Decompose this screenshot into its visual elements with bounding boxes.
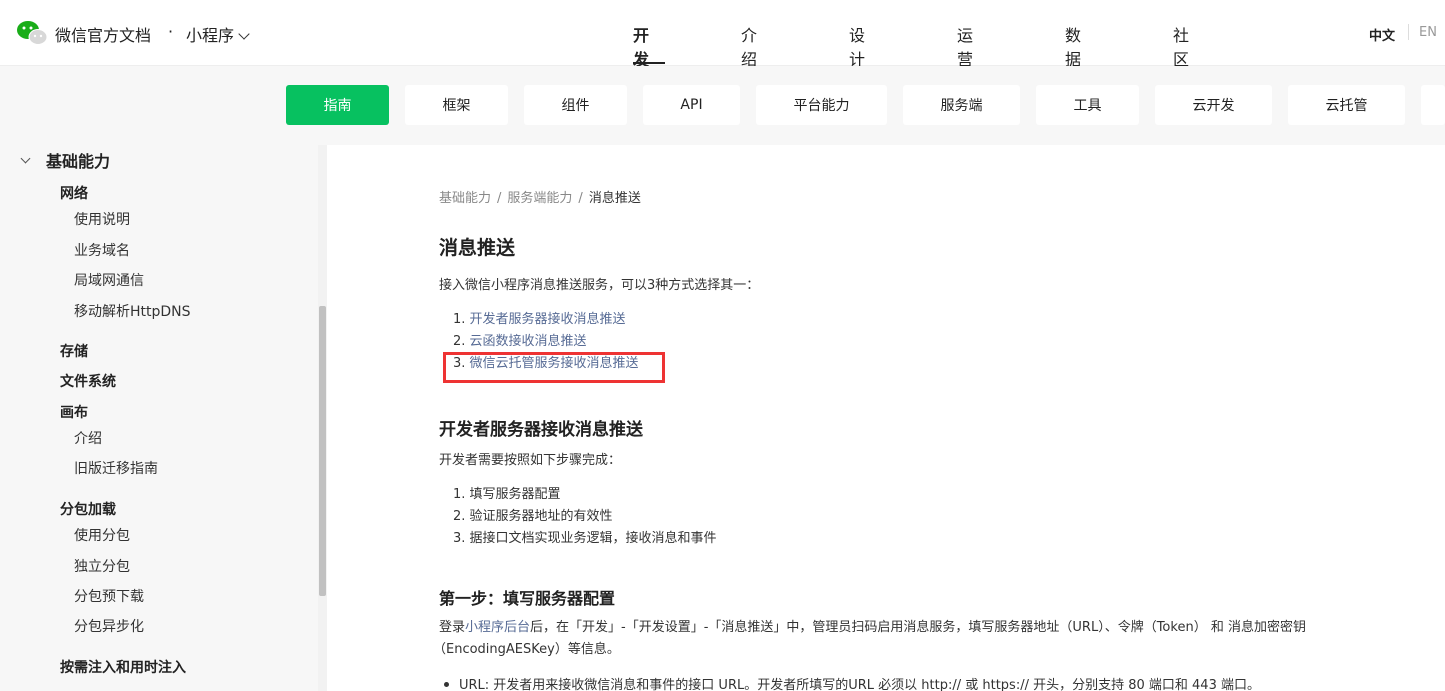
list-number: 1. [453, 487, 466, 502]
breadcrumb-current: 消息推送 [588, 191, 641, 206]
sidebar-item-async-subpackage[interactable]: 分包异步化 [74, 616, 144, 636]
list-item: 2. 云函数接收消息推送 [453, 331, 639, 353]
step1-text-b: 后，在「开发」-「开发设置」-「消息推送」中，管理员扫码启用消息服务，填写服务器… [530, 620, 1306, 635]
breadcrumb-separator: / [497, 191, 502, 206]
sidebar-item-independent-subpackage[interactable]: 独立分包 [74, 556, 130, 576]
subnav-more[interactable] [1421, 85, 1445, 125]
sidebar-item-canvas-migration[interactable]: 旧版迁移指南 [74, 458, 158, 478]
list-number: 2. [453, 334, 466, 349]
subnav-components[interactable]: 组件 [524, 85, 627, 125]
breadcrumb-basic[interactable]: 基础能力 [439, 191, 491, 206]
sidebar-item-canvas-intro[interactable]: 介绍 [74, 428, 102, 448]
product-label: 小程序 [186, 26, 235, 45]
step1-paragraph: 登录小程序后台后，在「开发」-「开发设置」-「消息推送」中，管理员扫码启用消息服… [439, 617, 1399, 639]
subnav-tools[interactable]: 工具 [1036, 85, 1139, 125]
option-link-server[interactable]: 开发者服务器接收消息推送 [470, 312, 626, 327]
sidebar-group-inject[interactable]: 按需注入和用时注入 [60, 657, 186, 677]
subnav-server[interactable]: 服务端 [903, 85, 1020, 125]
subnav-cloud-hosting[interactable]: 云托管 [1288, 85, 1405, 125]
list-number: 2. [453, 509, 466, 524]
list-item: 1. 开发者服务器接收消息推送 [453, 309, 639, 331]
step-text: 据接口文档实现业务逻辑，接收消息和事件 [469, 531, 717, 546]
product-dropdown[interactable]: 小程序 [186, 22, 250, 46]
step1-title: 第一步：填写服务器配置 [439, 589, 616, 608]
subnav-guide[interactable]: 指南 [286, 85, 389, 125]
nav-operation[interactable]: 运营 [957, 22, 973, 70]
sidebar: 基础能力 网络 使用说明 业务域名 局域网通信 移动解析HttpDNS 存储 文… [0, 145, 320, 691]
sidebar-item-preload-subpackage[interactable]: 分包预下载 [74, 586, 144, 606]
nav-data[interactable]: 数据 [1065, 22, 1081, 70]
nav-intro[interactable]: 介绍 [741, 22, 757, 70]
intro-text: 接入微信小程序消息推送服务，可以3种方式选择其一： [439, 278, 760, 293]
title-separator: · [168, 22, 174, 41]
chevron-down-icon[interactable] [20, 153, 31, 164]
breadcrumb-separator: / [578, 191, 583, 206]
sidebar-item-lan[interactable]: 局域网通信 [74, 270, 144, 290]
top-header: 微信官方文档 · 小程序 开发 介绍 设计 运营 数据 社区 中文 EN [0, 0, 1445, 69]
sidebar-group-filesystem[interactable]: 文件系统 [60, 371, 116, 391]
subnav-framework[interactable]: 框架 [405, 85, 508, 125]
list-number: 3. [453, 531, 466, 546]
chevron-down-icon [238, 28, 250, 40]
active-nav-underline [633, 62, 665, 64]
sidebar-section-title[interactable]: 基础能力 [46, 148, 110, 172]
main-content: 基础能力 / 服务端能力 / 消息推送 消息推送 接入微信小程序消息推送服务，可以3种方… [327, 145, 1445, 691]
bullet-dot [444, 682, 449, 687]
step-text: 填写服务器配置 [469, 487, 561, 502]
section-title-server: 开发者服务器接收消息推送 [439, 420, 643, 440]
step1-paragraph-cont: （EncodingAESKey）等信息。 [433, 642, 620, 657]
breadcrumb: 基础能力 / 服务端能力 / 消息推送 [439, 187, 641, 206]
sidebar-item-httpdns[interactable]: 移动解析HttpDNS [74, 301, 191, 321]
steps-list: 1. 填写服务器配置 2. 验证服务器地址的有效性 3. 据接口文档实现业务逻辑… [453, 484, 717, 550]
sidebar-item-usage[interactable]: 使用说明 [74, 209, 130, 229]
subnav-cloud-dev[interactable]: 云开发 [1155, 85, 1272, 125]
option-link-cloud-function[interactable]: 云函数接收消息推送 [470, 334, 587, 349]
lang-en-link[interactable]: EN [1419, 25, 1437, 40]
lang-zh-link[interactable]: 中文 [1369, 25, 1395, 44]
sidebar-group-canvas[interactable]: 画布 [60, 402, 88, 422]
list-number: 1. [453, 312, 466, 327]
list-item: URL: 开发者用来接收微信消息和事件的接口 URL。开发者所填写的URL 必须… [440, 674, 1260, 691]
admin-console-link[interactable]: 小程序后台 [465, 620, 530, 635]
nav-design[interactable]: 设计 [849, 22, 865, 70]
nav-community[interactable]: 社区 [1173, 22, 1189, 70]
step1-text-a: 登录 [439, 620, 466, 635]
site-title[interactable]: 微信官方文档 [55, 22, 151, 46]
sidebar-group-subpackage[interactable]: 分包加载 [60, 499, 116, 519]
subnav-api[interactable]: API [643, 85, 740, 125]
list-item: 3. 据接口文档实现业务逻辑，接收消息和事件 [453, 528, 717, 550]
sidebar-item-domain[interactable]: 业务域名 [74, 240, 130, 260]
bullet-url-text: URL: 开发者用来接收微信消息和事件的接口 URL。开发者所填写的URL 必须… [459, 678, 1260, 691]
sidebar-scrollbar-thumb[interactable] [319, 306, 326, 596]
step-text: 验证服务器地址的有效性 [469, 509, 613, 524]
breadcrumb-server[interactable]: 服务端能力 [507, 191, 572, 206]
lang-divider [1408, 24, 1409, 40]
list-item: 1. 填写服务器配置 [453, 484, 717, 506]
subnav-platform[interactable]: 平台能力 [756, 85, 887, 125]
sidebar-item-use-subpackage[interactable]: 使用分包 [74, 525, 130, 545]
sub-nav: 指南 框架 组件 API 平台能力 服务端 工具 云开发 云托管 [0, 66, 1445, 145]
highlight-box [443, 352, 665, 383]
sidebar-group-storage[interactable]: 存储 [60, 341, 88, 361]
sidebar-group-network[interactable]: 网络 [60, 183, 88, 203]
page-title: 消息推送 [439, 237, 516, 259]
section-intro-text: 开发者需要按照如下步骤完成： [439, 453, 622, 468]
wechat-logo-icon[interactable] [16, 20, 48, 46]
list-item: 2. 验证服务器地址的有效性 [453, 506, 717, 528]
